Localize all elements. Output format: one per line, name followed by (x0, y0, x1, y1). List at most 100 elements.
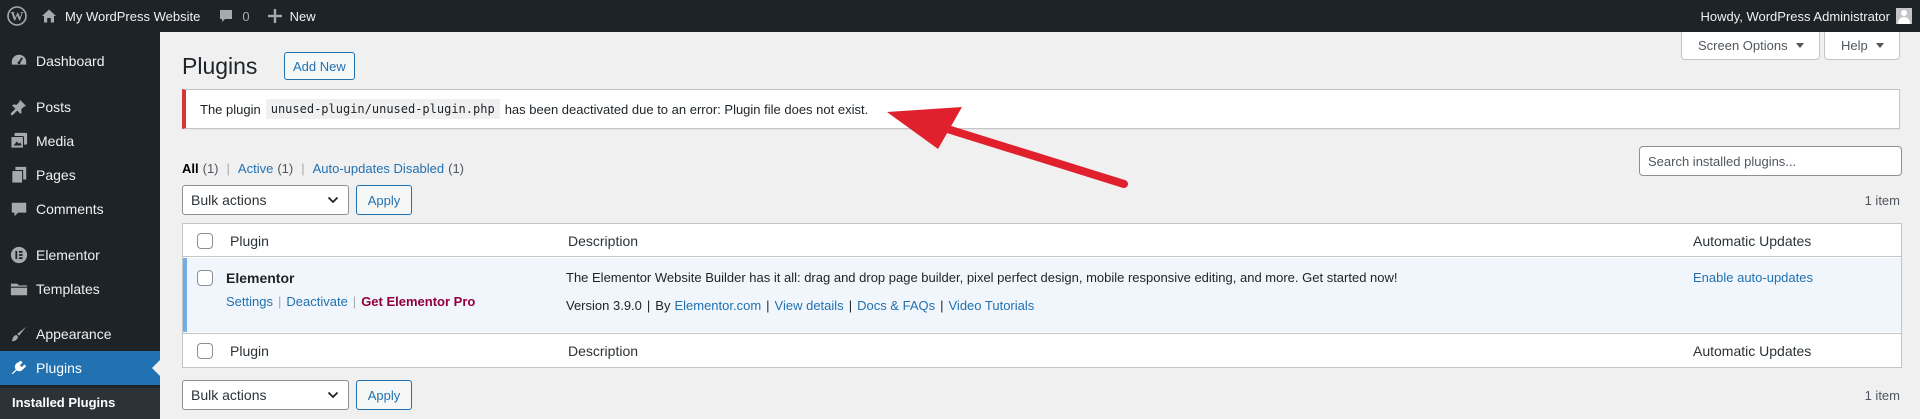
sidebar-item-posts[interactable]: Posts (0, 90, 160, 124)
sidebar-label: Media (36, 133, 75, 149)
media-icon (0, 124, 36, 158)
comment-bubble-icon (218, 8, 234, 24)
column-footer-description: Description (568, 343, 639, 359)
plus-icon (267, 9, 282, 23)
sidebar-item-media[interactable]: Media (0, 124, 160, 158)
docs-faqs-link[interactable]: Docs & FAQs (857, 298, 935, 313)
sidebar-label: Pages (36, 167, 76, 183)
page-title: Plugins (182, 53, 258, 79)
plugin-version: Version 3.9.0 (566, 298, 642, 313)
sidebar-item-appearance[interactable]: Appearance (0, 317, 160, 351)
comments-count: 0 (242, 8, 250, 24)
column-header-auto-updates: Automatic Updates (1693, 233, 1812, 249)
sidebar-label: Dashboard (36, 53, 105, 69)
get-elementor-pro-link[interactable]: Get Elementor Pro (361, 294, 475, 309)
separator: | (277, 294, 282, 309)
table-header-row: Plugin Description Automatic Updates (183, 224, 1901, 257)
pushpin-icon (0, 90, 36, 124)
folder-icon (0, 272, 36, 306)
admin-sidebar: Dashboard Posts Media Pages Comments Ele… (0, 32, 160, 419)
caret-down-icon (1795, 43, 1804, 48)
separator: | (646, 298, 651, 313)
wordpress-logo-icon[interactable]: W (0, 0, 35, 32)
sidebar-label: Templates (36, 281, 100, 297)
elementor-icon (0, 238, 36, 272)
deactivate-link[interactable]: Deactivate (286, 294, 347, 309)
video-tutorials-link[interactable]: Video Tutorials (949, 298, 1035, 313)
screen-options-label: Screen Options (1698, 38, 1788, 53)
table-footer-row: Plugin Description Automatic Updates (183, 333, 1901, 367)
filter-active[interactable]: Active (1) (238, 161, 293, 176)
error-notice: The plugin unused-plugin/unused-plugin.p… (182, 89, 1900, 129)
separator: | (848, 298, 853, 313)
column-header-description: Description (568, 233, 639, 249)
filter-all[interactable]: All (1) (182, 161, 219, 176)
column-footer-plugin[interactable]: Plugin (230, 343, 269, 359)
column-header-plugin[interactable]: Plugin (230, 233, 269, 249)
by-label: By (655, 298, 671, 313)
sidebar-item-pages[interactable]: Pages (0, 158, 160, 192)
separator: | (301, 161, 305, 176)
comment-icon (0, 192, 36, 226)
my-account[interactable]: Howdy, WordPress Administrator (1700, 0, 1920, 32)
caret-down-icon (1875, 43, 1884, 48)
bulk-actions-select-bottom[interactable]: Bulk actions (182, 380, 349, 410)
sidebar-item-dashboard[interactable]: Dashboard (0, 44, 160, 78)
view-details-link[interactable]: View details (775, 298, 844, 313)
admin-bar: W My WordPress Website 0 New Howdy, Word… (0, 0, 1920, 32)
search-placeholder: Search installed plugins... (1648, 153, 1797, 169)
plugin-name: Elementor (226, 270, 295, 286)
filter-auto-updates-disabled[interactable]: Auto-updates Disabled (1) (313, 161, 464, 176)
svg-text:W: W (11, 9, 24, 24)
author-link[interactable]: Elementor.com (674, 298, 761, 313)
sidebar-item-comments[interactable]: Comments (0, 192, 160, 226)
dashboard-icon (0, 44, 36, 78)
main-content: Screen Options Help Plugins Add New The … (160, 32, 1920, 419)
column-footer-auto-updates: Automatic Updates (1693, 343, 1812, 359)
select-all-checkbox[interactable] (197, 233, 213, 249)
comments-link[interactable]: 0 (208, 0, 257, 32)
notice-code: unused-plugin/unused-plugin.php (265, 99, 500, 119)
screen-options-button[interactable]: Screen Options (1681, 32, 1820, 60)
add-new-button[interactable]: Add New (284, 52, 355, 80)
search-input[interactable]: Search installed plugins... (1639, 146, 1902, 176)
sidebar-item-elementor[interactable]: Elementor (0, 238, 160, 272)
plugin-status-filters: All (1) | Active (1) | Auto-updates Disabl… (182, 161, 464, 176)
apply-button-bottom[interactable]: Apply (356, 380, 412, 410)
row-checkbox[interactable] (197, 270, 213, 286)
chevron-down-icon (327, 391, 339, 399)
sidebar-label: Plugins (36, 360, 82, 376)
select-value: Bulk actions (191, 387, 267, 403)
settings-link[interactable]: Settings (226, 294, 273, 309)
sidebar-item-templates[interactable]: Templates (0, 272, 160, 306)
apply-button-top[interactable]: Apply (356, 185, 412, 215)
notice-text: has been deactivated due to an error: Pl… (504, 101, 869, 117)
avatar (1896, 8, 1912, 24)
bulk-actions-select-top[interactable]: Bulk actions (182, 185, 349, 215)
sidebar-label: Elementor (36, 247, 100, 263)
pages-icon (0, 158, 36, 192)
enable-auto-updates-link[interactable]: Enable auto-updates (1693, 270, 1813, 285)
sidebar-label: Comments (36, 201, 104, 217)
home-icon (41, 8, 57, 24)
select-all-checkbox[interactable] (197, 343, 213, 359)
howdy-text: Howdy, WordPress Administrator (1700, 8, 1890, 24)
paintbrush-icon (0, 317, 36, 351)
new-content-link[interactable]: New (258, 0, 324, 32)
sidebar-item-plugins[interactable]: Plugins (0, 351, 160, 385)
table-row: Elementor Settings | Deactivate | Get El… (183, 258, 1901, 332)
chevron-down-icon (327, 196, 339, 204)
item-count-top: 1 item (1864, 193, 1900, 208)
help-button[interactable]: Help (1824, 32, 1900, 60)
separator: | (940, 298, 944, 313)
plugins-submenu: Installed Plugins (0, 388, 160, 419)
site-name-link[interactable]: My WordPress Website (35, 0, 208, 32)
select-value: Bulk actions (191, 192, 267, 208)
new-label: New (289, 8, 316, 24)
item-count-bottom: 1 item (1864, 388, 1900, 403)
sidebar-label: Posts (36, 99, 72, 115)
separator: | (766, 298, 770, 313)
plugin-icon (0, 351, 36, 385)
submenu-item-installed-plugins[interactable]: Installed Plugins (12, 395, 115, 410)
site-name: My WordPress Website (65, 8, 201, 24)
